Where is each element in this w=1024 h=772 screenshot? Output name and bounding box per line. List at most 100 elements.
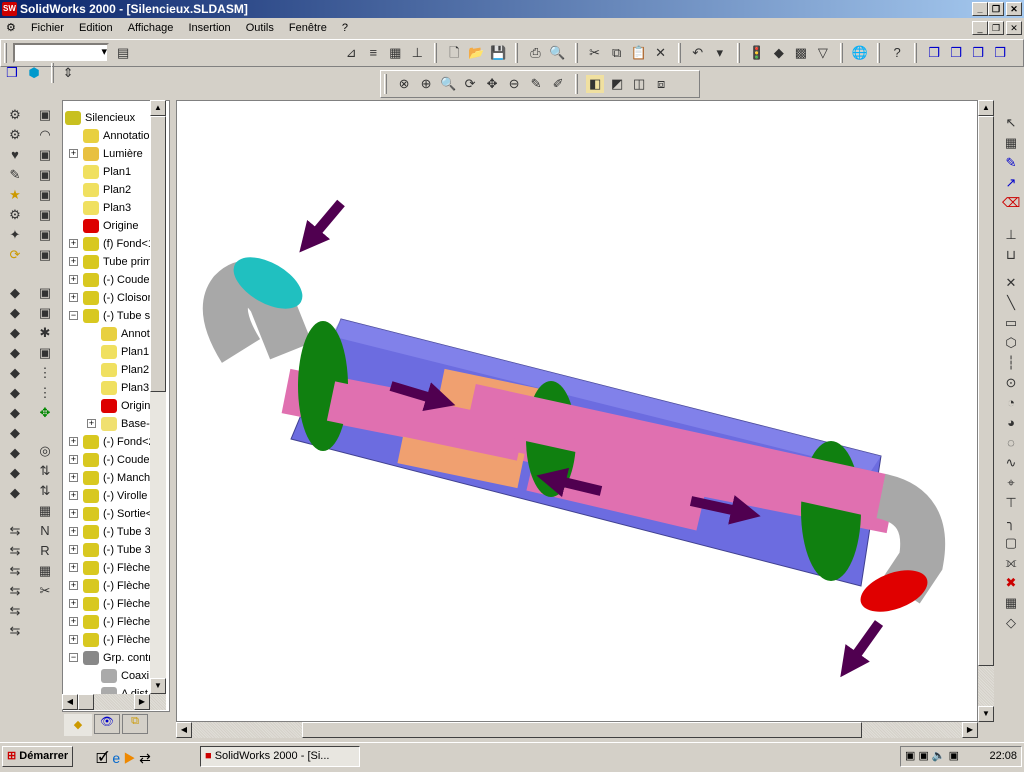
scroll-down-button[interactable]: ▼	[150, 678, 166, 694]
feature-icon-18[interactable]: ◆	[6, 464, 24, 482]
arc3-icon[interactable]: ◌	[1002, 434, 1020, 452]
tree-root[interactable]: Silencieux	[65, 109, 135, 127]
trim-icon[interactable]: ⌖	[1002, 474, 1020, 492]
tree-item[interactable]: Coaxi	[101, 667, 149, 685]
polygon-icon[interactable]: ⬡	[1002, 334, 1020, 352]
feature-icon-15[interactable]: ◆	[6, 404, 24, 422]
web-icon[interactable]: 🌐	[851, 44, 869, 62]
doc-minimize-button[interactable]: _	[972, 21, 988, 35]
configuration-dropdown[interactable]: ▾	[13, 43, 110, 63]
view-iso-icon[interactable]: ⬢	[25, 64, 43, 82]
circle-icon[interactable]: ⊙	[1002, 374, 1020, 392]
repair-icon[interactable]: ◇	[1002, 614, 1020, 632]
feature-icon-14[interactable]: ◆	[6, 384, 24, 402]
expand-toggle[interactable]: −	[69, 653, 78, 662]
tool-icon-4[interactable]: ▣	[36, 166, 54, 184]
tree-item[interactable]: (-) Tube 3	[83, 523, 151, 541]
new-icon[interactable]: 🗋	[445, 44, 463, 62]
tool-icon-23[interactable]: ✂	[36, 582, 54, 600]
offset-icon[interactable]: ▢	[1002, 534, 1020, 552]
rotate-icon[interactable]: ⟳	[461, 75, 479, 93]
feature-icon-6[interactable]: ⚙	[6, 206, 24, 224]
tool-icon-21[interactable]: R	[36, 542, 54, 560]
minimize-button[interactable]: _	[972, 2, 988, 16]
rebuild-icon[interactable]: 🚦	[748, 44, 766, 62]
feature-icon-19[interactable]: ◆	[6, 484, 24, 502]
expand-toggle[interactable]: +	[69, 239, 78, 248]
scroll-left-button[interactable]: ◀	[62, 694, 78, 710]
menu-affichage[interactable]: Affichage	[128, 22, 174, 34]
zoom-icon[interactable]: 🔍	[439, 75, 457, 93]
eraser-icon[interactable]: ⌫	[1002, 194, 1020, 212]
sketch-icon[interactable]: ✎	[1002, 154, 1020, 172]
doc-close-button[interactable]: ✕	[1006, 21, 1022, 35]
tree-item[interactable]: (-) Coude	[83, 271, 149, 289]
viewport-horizontal-scrollbar[interactable]: ◀ ▶	[176, 722, 978, 738]
view-left-icon[interactable]: ❒	[969, 44, 987, 62]
expand-toggle[interactable]: +	[69, 275, 78, 284]
tool-icon-8[interactable]: ▣	[36, 246, 54, 264]
tree-item[interactable]: Plan1	[83, 163, 131, 181]
tool-icon-11[interactable]: ✱	[36, 324, 54, 342]
tree-item[interactable]: Plan1	[101, 343, 149, 361]
grid-icon[interactable]: ▦	[1002, 134, 1020, 152]
tree-item[interactable]: (-) Manch	[83, 469, 150, 487]
arc-icon[interactable]: ◔	[1002, 394, 1020, 412]
tool-icon-2[interactable]: ◠	[36, 126, 54, 144]
maximize-button[interactable]: ❐	[988, 2, 1004, 16]
zoom-fit-icon[interactable]: ⊗	[395, 75, 413, 93]
wireframe-icon[interactable]: ⧈	[652, 75, 670, 93]
spline-icon[interactable]: ∿	[1002, 454, 1020, 472]
pan-icon[interactable]: ✥	[483, 75, 501, 93]
document-icon[interactable]: ⚙	[6, 22, 16, 34]
tool-icon-14[interactable]: ⋮	[36, 384, 54, 402]
feature-icon-10[interactable]: ◆	[6, 304, 24, 322]
expand-toggle[interactable]: +	[69, 455, 78, 464]
delete-icon[interactable]: ✕	[652, 44, 670, 62]
filter-icon[interactable]: ▽	[814, 44, 832, 62]
hatch-icon[interactable]: ▦	[386, 44, 404, 62]
solidworks-app-icon[interactable]: SW	[2, 2, 17, 16]
tree-item[interactable]: (-) Cloison	[83, 289, 154, 307]
expand-toggle[interactable]: +	[69, 635, 78, 644]
dimension-icon[interactable]: ⊿	[342, 44, 360, 62]
feature-icon-12[interactable]: ◆	[6, 344, 24, 362]
view-back-icon[interactable]: ❒	[947, 44, 965, 62]
menu-fenetre[interactable]: Fenêtre	[289, 22, 327, 34]
expand-toggle[interactable]: −	[69, 311, 78, 320]
view-vscroll-thumb[interactable]	[978, 116, 994, 666]
tab-display-icon-eye[interactable]: 👁	[94, 714, 120, 734]
tree-item[interactable]: (-) Coude	[83, 451, 149, 469]
tool-icon-22[interactable]: ▦	[36, 562, 54, 580]
tree-item[interactable]: (-) Flèche-	[83, 595, 154, 613]
tool-icon-18[interactable]: ⇅	[36, 482, 54, 500]
feature-icon-1[interactable]: ⚙	[6, 106, 24, 124]
expand-toggle[interactable]: +	[69, 257, 78, 266]
scroll-right-button[interactable]: ▶	[134, 694, 150, 710]
rectangle-icon[interactable]: ▭	[1002, 314, 1020, 332]
paste-icon[interactable]: 📋	[630, 44, 648, 62]
assembly-icon-6[interactable]: ⇆	[6, 622, 24, 640]
tree-item[interactable]: Plan3	[101, 379, 149, 397]
print-icon[interactable]: ⎙	[527, 44, 545, 62]
feature-icon-17[interactable]: ◆	[6, 444, 24, 462]
start-button[interactable]: ⊞ Démarrer	[2, 746, 74, 767]
tree-item[interactable]: (f) Fond<1	[83, 235, 154, 253]
expand-toggle[interactable]: +	[69, 149, 78, 158]
tree-item[interactable]: (-) Flèche-	[83, 559, 154, 577]
expand-toggle[interactable]: +	[69, 599, 78, 608]
assembly-icon-4[interactable]: ⇆	[6, 582, 24, 600]
mirror-icon[interactable]: ⟗	[1002, 554, 1020, 572]
tool-icon-15[interactable]: ✥	[36, 404, 54, 422]
feature-icon-4[interactable]: ✎	[6, 166, 24, 184]
relations-icon[interactable]: ✖	[1002, 574, 1020, 592]
feature-icon-5[interactable]: ★	[6, 186, 24, 204]
tree-item[interactable]: Origin	[101, 397, 150, 415]
scroll-thumb[interactable]	[150, 116, 166, 392]
expand-toggle[interactable]: +	[69, 581, 78, 590]
tree-item[interactable]: Plan2	[83, 181, 131, 199]
tree-item[interactable]: (-) Virolle E	[83, 487, 158, 505]
view-scroll-left[interactable]: ◀	[176, 722, 192, 738]
view-top-icon[interactable]: ❒	[3, 64, 21, 82]
expand-toggle[interactable]: +	[69, 509, 78, 518]
